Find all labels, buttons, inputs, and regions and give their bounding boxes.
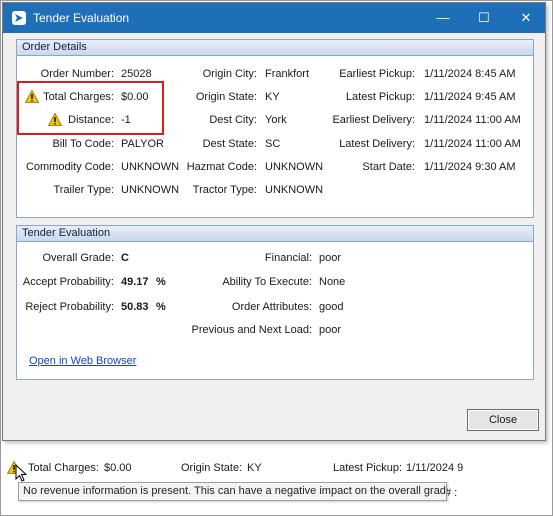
open-web-browser-link[interactable]: Open in Web Browser — [29, 355, 136, 367]
reject-probability-value: 50.83 — [121, 301, 149, 313]
order-details-header: Order Details — [17, 40, 533, 56]
start-date-value: 1/11/2024 9:30 AM — [424, 161, 516, 173]
earliest-delivery-label: Earliest Delivery: — [332, 114, 415, 126]
dest-state-label: Dest State: — [202, 138, 257, 150]
tender-evaluation-header: Tender Evaluation — [17, 226, 533, 242]
bill-to-code-label: Bill To Code: — [52, 138, 114, 150]
bg-total-charges-label: Total Charges: — [28, 462, 99, 474]
close-button[interactable]: Close — [467, 409, 539, 431]
accept-probability-unit: % — [156, 276, 166, 288]
previous-next-load-label: Previous and Next Load: — [191, 324, 312, 336]
bg-latest-pickup-label: Latest Pickup: — [333, 462, 403, 474]
previous-next-load-value: poor — [319, 324, 342, 336]
origin-state-value: KY — [265, 91, 280, 103]
overall-grade-label: Overall Grade: — [42, 252, 114, 264]
minimize-button[interactable]: — — [428, 7, 458, 29]
order-attributes-value: good — [319, 301, 344, 313]
latest-delivery-label: Latest Delivery: — [339, 138, 415, 150]
title-bar[interactable]: Tender Evaluation — ☐ ✕ — [3, 3, 545, 33]
order-details-title: Order Details — [22, 41, 87, 53]
commodity-code-value: UNKNOWN — [121, 161, 180, 173]
bg-latest-pickup-value: 1/11/2024 9 — [406, 462, 464, 474]
tractor-type-value: UNKNOWN — [265, 184, 324, 196]
earliest-pickup-value: 1/11/2024 8:45 AM — [424, 68, 516, 80]
tooltip: No revenue information is present. This … — [18, 482, 447, 501]
bg-total-charges-value: $0.00 — [104, 462, 132, 474]
reject-probability-unit: % — [156, 301, 166, 313]
mouse-cursor-icon — [15, 464, 27, 482]
overall-grade-value: C — [121, 252, 129, 264]
latest-pickup-label: Latest Pickup: — [345, 91, 415, 103]
bg-origin-state-label: Origin State: — [181, 462, 243, 474]
dest-city-label: Dest City: — [209, 114, 257, 126]
hazmat-code-label: Hazmat Code: — [186, 161, 257, 173]
bg-origin-state-value: KY — [247, 462, 262, 474]
latest-delivery-value: 1/11/2024 11:00 AM — [424, 138, 521, 150]
origin-city-label: Origin City: — [202, 68, 257, 80]
window-title: Tender Evaluation — [33, 11, 130, 25]
order-attributes-label: Order Attributes: — [231, 301, 312, 313]
latest-pickup-value: 1/11/2024 9:45 AM — [424, 91, 516, 103]
ability-to-execute-value: None — [319, 276, 346, 288]
earliest-pickup-label: Earliest Pickup: — [339, 68, 415, 80]
financial-value: poor — [319, 252, 342, 264]
origin-city-value: Frankfort — [265, 68, 310, 80]
tractor-type-label: Tractor Type: — [192, 184, 257, 196]
close-icon: ✕ — [520, 10, 532, 25]
commodity-code-label: Commodity Code: — [25, 161, 114, 173]
minimize-icon: — — [436, 10, 450, 25]
earliest-delivery-value: 1/11/2024 11:00 AM — [424, 114, 521, 126]
highlight-box — [17, 81, 164, 135]
start-date-label: Start Date: — [362, 161, 415, 173]
accept-probability-label: Accept Probability: — [22, 276, 114, 288]
dest-city-value: York — [265, 114, 287, 126]
tooltip-text: No revenue information is present. This … — [23, 485, 447, 497]
order-number-label: Order Number: — [40, 68, 114, 80]
trailer-type-value: UNKNOWN — [121, 184, 180, 196]
trailer-type-label: Trailer Type: — [53, 184, 114, 196]
screenshot-frame: Total Charges: $0.00 Origin State: KY La… — [0, 0, 553, 516]
close-window-button[interactable]: ✕ — [511, 7, 541, 29]
maximize-button[interactable]: ☐ — [469, 7, 499, 29]
maximize-icon: ☐ — [478, 10, 490, 25]
order-number-value: 25028 — [121, 68, 152, 80]
hazmat-code-value: UNKNOWN — [265, 161, 324, 173]
origin-state-label: Origin State: — [195, 91, 257, 103]
accept-probability-value: 49.17 — [121, 276, 149, 288]
reject-probability-label: Reject Probability: — [25, 301, 114, 313]
bill-to-code-value: PALYOR — [121, 138, 164, 150]
tender-evaluation-dialog: Tender Evaluation — ☐ ✕ Order Details Or… — [2, 2, 546, 441]
tender-evaluation-title: Tender Evaluation — [22, 227, 111, 239]
ability-to-execute-label: Ability To Execute: — [222, 276, 312, 288]
dest-state-value: SC — [265, 138, 281, 150]
app-icon — [12, 11, 26, 25]
financial-label: Financial: — [264, 252, 312, 264]
